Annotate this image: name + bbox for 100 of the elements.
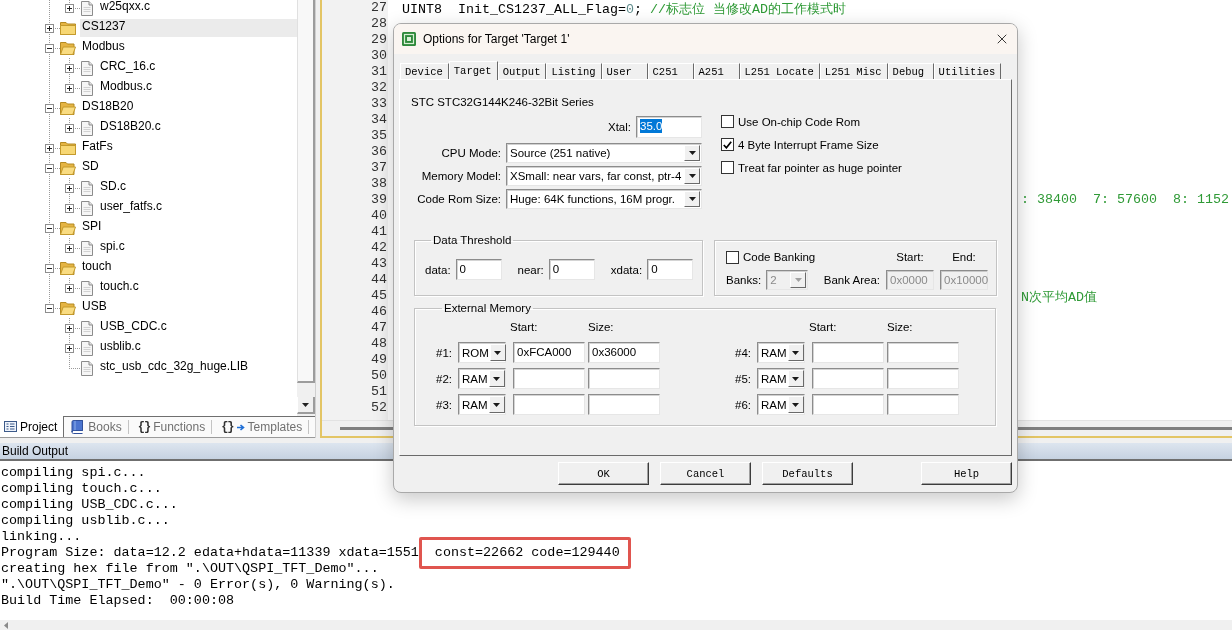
- text-input[interactable]: [812, 394, 884, 415]
- text-input[interactable]: [588, 394, 660, 415]
- collapse-minus-icon[interactable]: [45, 223, 54, 233]
- line-number: 29: [370, 32, 388, 48]
- tree-item[interactable]: touch: [80, 259, 297, 277]
- field-label: #5:: [735, 372, 752, 385]
- dialog-tab[interactable]: User: [601, 63, 648, 79]
- memory-type-select[interactable]: RAM: [757, 342, 805, 363]
- expand-plus-icon[interactable]: [65, 63, 74, 73]
- collapse-minus-icon[interactable]: [45, 103, 54, 113]
- tree-item[interactable]: w25qxx.c: [98, 0, 297, 17]
- text-input[interactable]: [513, 394, 585, 415]
- dialog-tab[interactable]: Listing: [546, 63, 602, 79]
- expand-plus-icon[interactable]: [65, 243, 74, 253]
- panel-tab[interactable]: {} Functions: [133, 420, 213, 434]
- dialog-button[interactable]: OK: [558, 462, 649, 485]
- dialog-tab[interactable]: Output: [497, 63, 547, 79]
- collapse-minus-icon[interactable]: [45, 263, 54, 273]
- tree-item[interactable]: USB_CDC.c: [98, 319, 297, 337]
- xtal-input[interactable]: 35.0: [636, 116, 702, 138]
- group-title: Data Threshold: [432, 233, 513, 247]
- expand-plus-icon[interactable]: [65, 283, 74, 293]
- tree-item[interactable]: SPI: [80, 219, 297, 237]
- caret-left-icon[interactable]: [4, 621, 8, 629]
- line-number: 45: [370, 288, 388, 304]
- field-label: #6:: [735, 398, 752, 411]
- text-input[interactable]: [887, 342, 959, 363]
- text-input[interactable]: 0: [647, 259, 694, 280]
- memory-type-select[interactable]: ROM: [458, 342, 506, 363]
- dropdown-select[interactable]: Source (251 native): [506, 143, 702, 163]
- tree-item[interactable]: usblib.c: [98, 339, 297, 357]
- file-icon: [81, 200, 93, 216]
- tree-item[interactable]: DS18B20.c: [98, 119, 297, 137]
- tree-item[interactable]: stc_usb_cdc_32g_huge.LIB: [98, 359, 297, 377]
- memory-type-select[interactable]: RAM: [757, 394, 805, 415]
- dropdown-select[interactable]: XSmall: near vars, far const, ptr-4: [506, 166, 702, 186]
- text-input[interactable]: 0x36000: [588, 342, 660, 363]
- panel-tab[interactable]: Books: [67, 420, 129, 434]
- dialog-tab[interactable]: Debug: [887, 63, 934, 79]
- collapse-minus-icon[interactable]: [45, 163, 54, 173]
- expand-plus-icon[interactable]: [65, 123, 74, 133]
- scroll-down-button[interactable]: [297, 397, 315, 414]
- line-number: 38: [370, 176, 388, 192]
- line-number: 40: [370, 208, 388, 224]
- tree-item[interactable]: spi.c: [98, 239, 297, 257]
- dialog-tab[interactable]: Utilities: [933, 63, 1002, 79]
- tree-item[interactable]: Modbus.c: [98, 79, 297, 97]
- dropdown-select[interactable]: Huge: 64K functions, 16M progr.: [506, 189, 702, 209]
- column-header: Size:: [588, 320, 615, 334]
- output-line: compiling touch.c...: [1, 481, 162, 497]
- expand-plus-icon[interactable]: [65, 183, 74, 193]
- checkbox[interactable]: [721, 115, 734, 128]
- expand-plus-icon[interactable]: [65, 343, 74, 353]
- expand-plus-icon[interactable]: [65, 203, 74, 213]
- checkbox[interactable]: [721, 161, 734, 174]
- dialog-tab[interactable]: L251 Misc: [819, 63, 888, 79]
- text-input[interactable]: [887, 394, 959, 415]
- text-input[interactable]: [812, 368, 884, 389]
- memory-type-select[interactable]: RAM: [458, 394, 506, 415]
- text-input[interactable]: [812, 342, 884, 363]
- text-input[interactable]: [513, 368, 585, 389]
- tree-item[interactable]: FatFs: [80, 139, 297, 157]
- checkbox[interactable]: [721, 138, 734, 151]
- tree-item[interactable]: DS18B20: [80, 99, 297, 117]
- dialog-tab[interactable]: Device: [400, 63, 449, 79]
- tree-item[interactable]: USB: [80, 299, 297, 317]
- line-number: 51: [370, 384, 388, 400]
- dialog-tab[interactable]: C251: [647, 63, 694, 79]
- text-input[interactable]: 0: [455, 259, 502, 280]
- panel-tab[interactable]: {} Templates: [217, 420, 310, 434]
- text-input[interactable]: 0: [548, 259, 595, 280]
- dialog-button[interactable]: Defaults: [762, 462, 853, 485]
- tree-item[interactable]: Modbus: [80, 39, 297, 57]
- expand-plus-icon[interactable]: [65, 323, 74, 333]
- tree-item[interactable]: SD: [80, 159, 297, 177]
- tree-item[interactable]: CS1237: [80, 19, 297, 37]
- expand-plus-icon[interactable]: [65, 83, 74, 93]
- tree-item[interactable]: user_fatfs.c: [98, 199, 297, 217]
- line-number: 27: [370, 0, 388, 16]
- checkbox[interactable]: [726, 250, 739, 264]
- expand-plus-icon[interactable]: [45, 23, 54, 33]
- file-icon: [81, 120, 93, 136]
- tree-item[interactable]: touch.c: [98, 279, 297, 297]
- dialog-tab[interactable]: A251: [693, 63, 740, 79]
- text-input[interactable]: [887, 368, 959, 389]
- collapse-minus-icon[interactable]: [45, 43, 54, 53]
- collapse-minus-icon[interactable]: [45, 303, 54, 313]
- text-input[interactable]: [588, 368, 660, 389]
- expand-plus-icon[interactable]: [45, 143, 54, 153]
- dialog-button[interactable]: Help: [921, 462, 1012, 485]
- expand-plus-icon[interactable]: [65, 3, 74, 13]
- panel-tab[interactable]: Project: [0, 416, 65, 437]
- dialog-button[interactable]: Cancel: [660, 462, 751, 485]
- text-input[interactable]: 0xFCA000: [513, 342, 585, 363]
- dialog-tab[interactable]: Target: [448, 61, 498, 80]
- tree-item[interactable]: SD.c: [98, 179, 297, 197]
- memory-type-select[interactable]: RAM: [458, 368, 506, 389]
- tree-item[interactable]: CRC_16.c: [98, 59, 297, 77]
- memory-type-select[interactable]: RAM: [757, 368, 805, 389]
- dialog-tab[interactable]: L251 Locate: [739, 63, 820, 79]
